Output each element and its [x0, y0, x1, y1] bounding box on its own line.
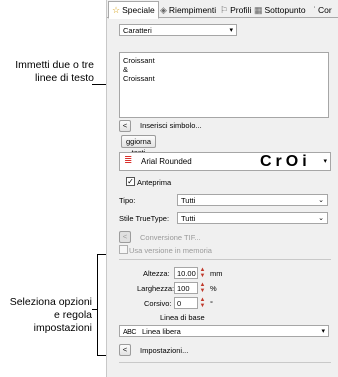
baseline-label: Linea di base	[160, 313, 205, 322]
star-icon: ☆	[112, 5, 121, 15]
callout-leader-1	[92, 84, 106, 85]
memory-version-label: Usa versione in memoria	[129, 246, 212, 255]
truetype-label: Stile TrueType:	[119, 214, 170, 223]
callout-text-lines: Immetti due o tre linee di testo	[15, 59, 94, 84]
font-selector[interactable]: ≣ Arial Rounded CrOi ▾	[119, 152, 331, 171]
callout-options: Seleziona opzioni e regola impostazioni	[9, 296, 92, 334]
tipo-value: Tutti	[181, 196, 196, 205]
tab-cor[interactable]: ʿ Cor	[309, 2, 336, 18]
text-line: Croissant	[123, 56, 155, 65]
convert-tif-expand-button[interactable]: <	[119, 231, 131, 243]
truetype-value: Tutti	[181, 214, 196, 223]
corner-icon: ʿ	[313, 5, 316, 15]
chevron-down-icon: ⌄	[318, 215, 324, 222]
height-stepper[interactable]: ▲ ▼	[199, 267, 206, 279]
tab-sottopunto[interactable]: ▦ Sottopunto	[250, 2, 310, 18]
width-unit: %	[210, 284, 217, 293]
object-type-value: Caratteri	[123, 26, 152, 35]
height-label: Altezza:	[143, 269, 170, 278]
divider	[119, 259, 331, 260]
height-unit: mm	[210, 269, 223, 278]
tipo-label: Tipo:	[119, 196, 136, 205]
width-stepper[interactable]: ▲ ▼	[199, 282, 206, 294]
tab-label: Profili	[230, 5, 252, 15]
tab-label: Sottopunto	[264, 5, 306, 15]
settings-expand-button[interactable]: <	[119, 344, 131, 356]
preview-label: Anteprima	[137, 178, 172, 187]
text-line: Croissant	[123, 74, 155, 83]
callout-bracket-top	[97, 254, 106, 255]
font-name: Arial Rounded	[141, 157, 192, 166]
italic-unit: °	[210, 299, 213, 308]
baseline-select[interactable]: ABC Linea libera ▾	[119, 325, 329, 337]
baseline-value: Linea libera	[142, 327, 181, 336]
update-text-button[interactable]: ggiorna testi	[121, 135, 156, 157]
chevron-down-icon: ⌄	[318, 197, 324, 204]
tab-riempimenti[interactable]: ◈ Riempimenti	[156, 2, 220, 18]
callout-bracket-vertical	[97, 254, 98, 355]
underlay-icon: ▦	[254, 5, 263, 15]
baseline-abc-icon: ABC	[123, 329, 136, 336]
preview-checkbox[interactable]: ✓	[126, 177, 135, 186]
object-type-select[interactable]: Caratteri ▾	[119, 24, 237, 36]
tab-label: Speciale	[122, 5, 155, 15]
tab-label: Riempimenti	[168, 5, 217, 15]
callout-bracket-bottom	[97, 355, 106, 356]
italic-input[interactable]: 0	[174, 297, 198, 309]
font-type-icon: ≣	[124, 155, 133, 166]
width-input[interactable]: 100	[174, 282, 198, 294]
text-input-area[interactable]: Croissant & Croissant	[119, 52, 329, 118]
object-properties-panel: ☆ Speciale ◈ Riempimenti ⚐ Profili ▦ Sot…	[106, 0, 338, 377]
callout-leader-2	[92, 309, 97, 310]
italic-label: Corsivo:	[144, 299, 172, 308]
fill-icon: ◈	[160, 5, 167, 15]
italic-stepper[interactable]: ▲ ▼	[199, 297, 206, 309]
truetype-select[interactable]: Tutti ⌄	[177, 212, 328, 224]
memory-version-checkbox[interactable]	[119, 245, 128, 254]
divider	[119, 362, 331, 363]
settings-label[interactable]: Impostazioni...	[140, 346, 188, 355]
dropdown-arrow-icon: ▾	[323, 158, 327, 165]
dropdown-arrow-icon: ▾	[321, 328, 325, 335]
tab-bar: ☆ Speciale ◈ Riempimenti ⚐ Profili ▦ Sot…	[107, 0, 338, 19]
dropdown-arrow-icon: ▾	[229, 27, 233, 34]
insert-symbol-expand-button[interactable]: <	[119, 120, 131, 132]
height-input[interactable]: 10.00	[174, 267, 198, 279]
text-line: &	[123, 65, 129, 74]
width-label: Larghezza:	[137, 284, 175, 293]
insert-symbol-label[interactable]: Inserisci simbolo...	[140, 121, 202, 130]
convert-tif-label: Conversione TIF...	[140, 233, 201, 242]
font-preview: CrOi	[260, 153, 311, 170]
tipo-select[interactable]: Tutti ⌄	[177, 194, 328, 206]
tab-label: Cor	[318, 5, 332, 15]
tab-speciale[interactable]: ☆ Speciale	[108, 1, 159, 19]
outline-icon: ⚐	[220, 5, 229, 15]
